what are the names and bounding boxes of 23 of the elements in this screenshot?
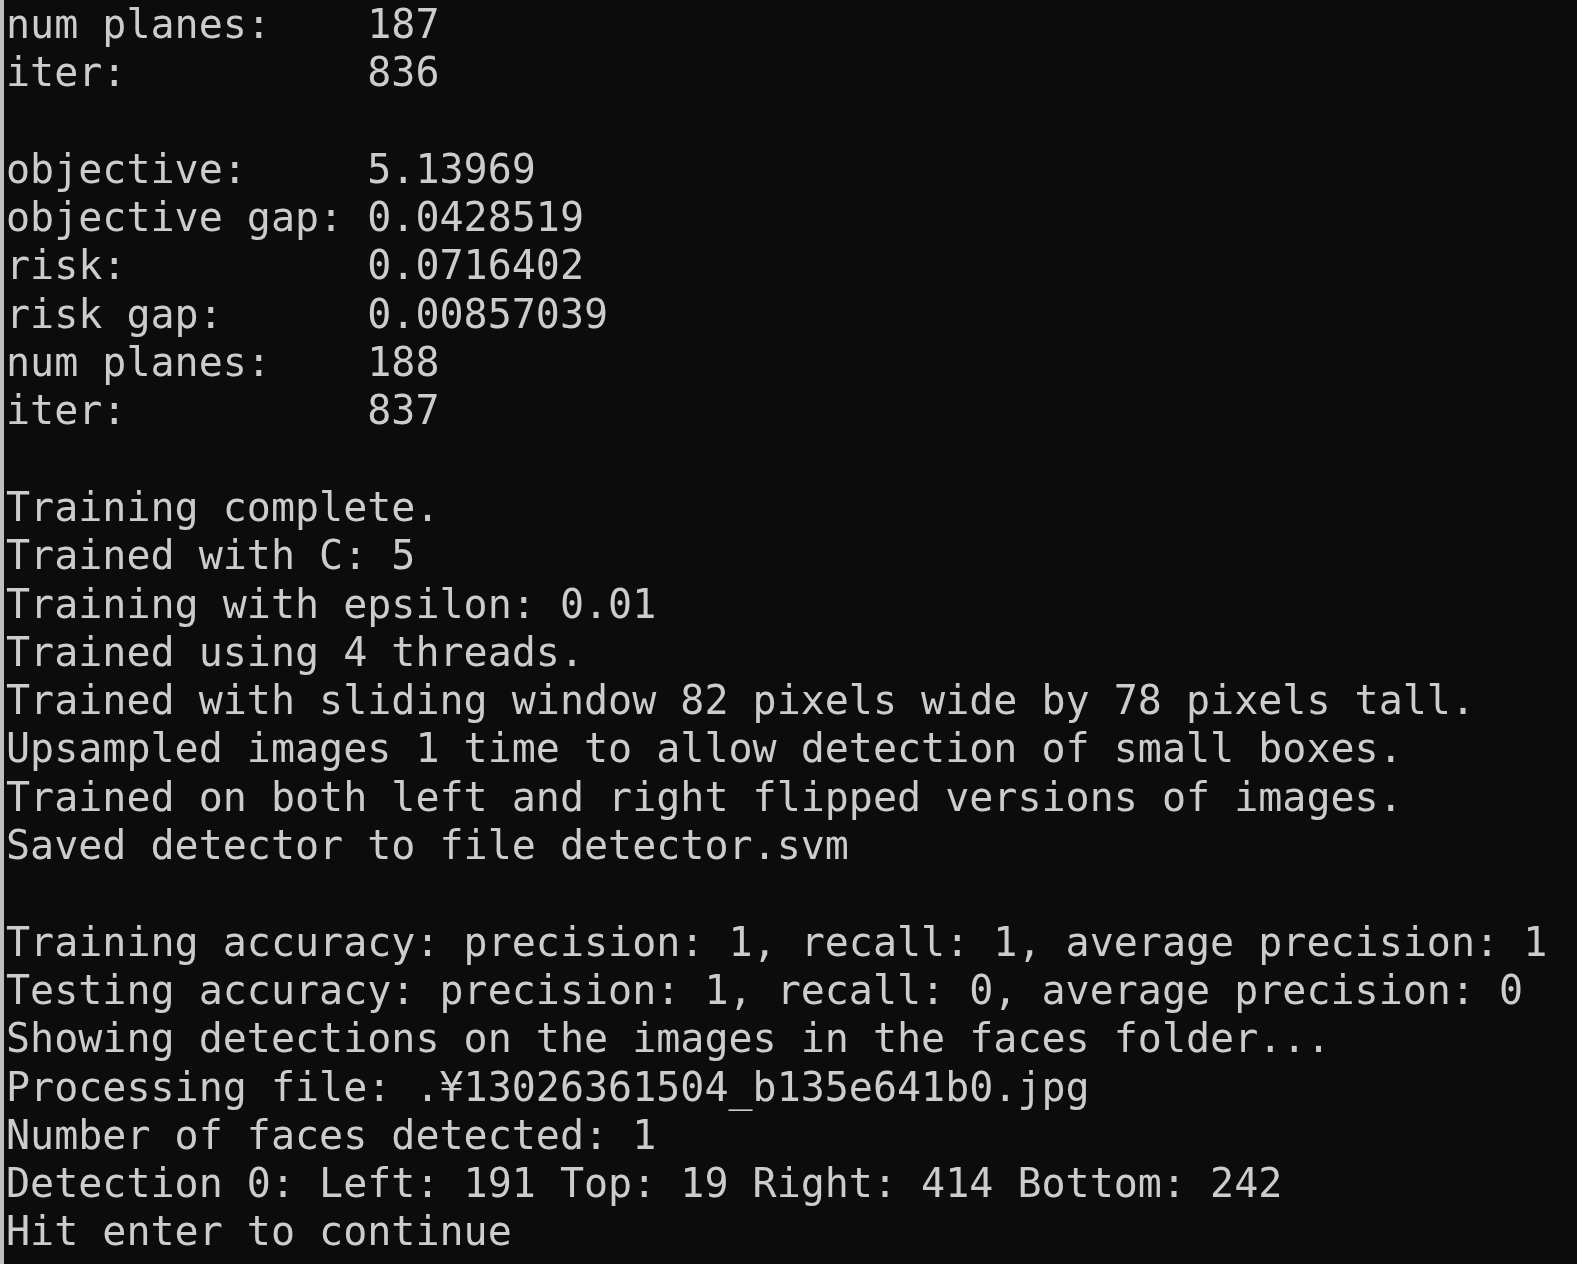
console-line: Hit enter to continue	[6, 1207, 512, 1256]
console-line: Trained on both left and right flipped versions of images.	[6, 772, 1403, 822]
console-line: iter: 836	[6, 48, 440, 97]
console-line: objective gap: 0.0428519	[6, 193, 584, 242]
console-line: Trained with sliding window 82 pixels wide by 78 pixels tall.	[6, 676, 1475, 725]
console-line: Trained using 4 threads.	[6, 627, 584, 677]
console-line: Processing file: .¥13026361504_b135e641b0.jpg	[6, 1062, 1090, 1111]
console-line: Number of faces detected: 1	[6, 1111, 657, 1160]
console-line: risk: 0.0716402	[6, 241, 584, 290]
console-line: num planes: 188	[6, 338, 440, 387]
console-line: iter: 837	[6, 386, 440, 435]
console-line: Showing detections on the images in the faces folder...	[6, 1014, 1331, 1063]
console-line: Saved detector to file detector.svm	[6, 821, 849, 870]
console-line: num planes: 187	[6, 0, 440, 49]
console-line: risk gap: 0.00857039	[6, 289, 609, 339]
console-line: objective: 5.13969	[6, 144, 536, 194]
console-line: Trained with C: 5	[6, 531, 416, 580]
console-line: Training accuracy: precision: 1, recall: 1, average precision: 1	[6, 917, 1548, 966]
console-line: Testing accuracy: precision: 1, recall: 0, average precision: 0	[6, 965, 1524, 1015]
console-line: Upsampled images 1 time to allow detection of small boxes.	[6, 724, 1403, 773]
console-line: Training complete.	[6, 482, 440, 532]
console-line: Detection 0: Left: 191 Top: 19 Right: 414 Bottom: 242	[6, 1159, 1283, 1208]
console-line: Training with epsilon: 0.01	[6, 579, 657, 628]
